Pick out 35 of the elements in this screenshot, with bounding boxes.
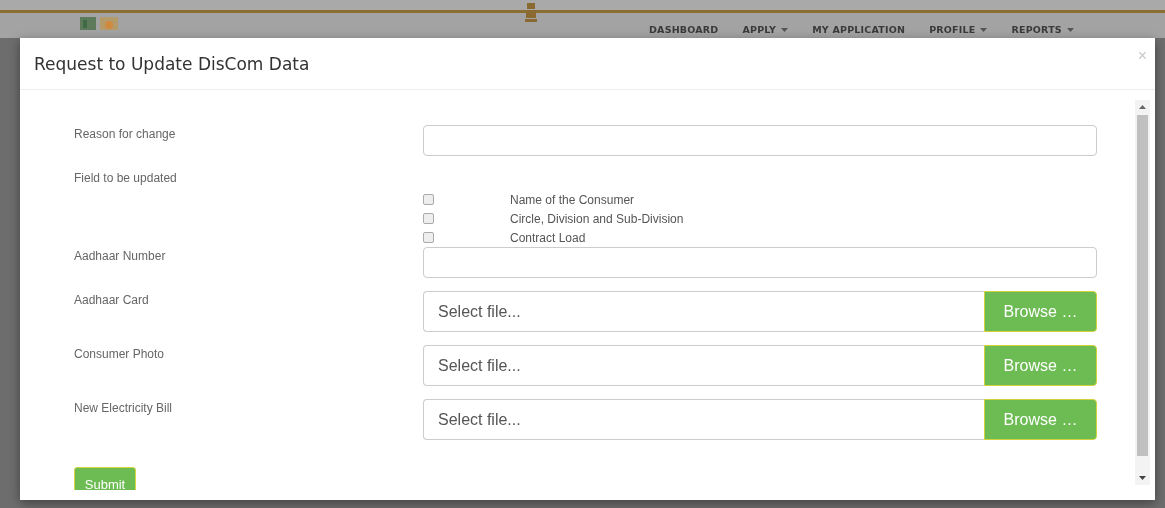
- browse-button[interactable]: Browse …: [984, 399, 1097, 440]
- field-label: Aadhaar Card: [74, 292, 150, 309]
- caret-icon: [980, 27, 988, 32]
- file-field[interactable]: Select file...: [423, 345, 984, 386]
- checkbox[interactable]: [423, 213, 434, 224]
- caret-icon: [1066, 27, 1074, 32]
- field-label: Consumer Photo: [74, 346, 166, 363]
- caret-icon: [781, 27, 789, 32]
- scroll-down-icon[interactable]: [1139, 476, 1146, 480]
- file-field[interactable]: Select file...: [423, 291, 984, 332]
- checkbox[interactable]: [423, 194, 434, 205]
- logo-icon: [80, 15, 120, 31]
- nav-link[interactable]: MY APPLICATION: [812, 24, 906, 35]
- field-label: New Electricity Bill: [74, 400, 173, 417]
- nav-link[interactable]: PROFILE: [929, 24, 988, 35]
- field-label: Aadhaar Number: [74, 248, 167, 265]
- field-label: Field to be updated: [74, 170, 178, 187]
- input-field[interactable]: [423, 247, 1097, 278]
- modal-title: Request to Update DisCom Data: [34, 53, 310, 74]
- scroll-up-icon[interactable]: [1139, 105, 1146, 109]
- nav-link[interactable]: REPORTS: [1011, 24, 1074, 35]
- field-label: Reason for change: [74, 126, 177, 143]
- checkbox-label: Name of the Consumer: [510, 192, 635, 207]
- input-field[interactable]: [423, 125, 1097, 156]
- submit-button[interactable]: Submit: [74, 467, 136, 490]
- scrollbar[interactable]: [1135, 100, 1150, 485]
- emblem-icon: [524, 1, 538, 23]
- browse-button[interactable]: Browse …: [984, 345, 1097, 386]
- browse-button[interactable]: Browse …: [984, 291, 1097, 332]
- nav-link[interactable]: APPLY: [742, 24, 789, 35]
- file-field[interactable]: Select file...: [423, 399, 984, 440]
- nav-link[interactable]: DASHBOARD: [649, 24, 719, 35]
- checkbox[interactable]: [423, 232, 434, 243]
- checkbox-label: Circle, Division and Sub-Division: [510, 211, 684, 226]
- checkbox-label: Contract Load: [510, 230, 586, 245]
